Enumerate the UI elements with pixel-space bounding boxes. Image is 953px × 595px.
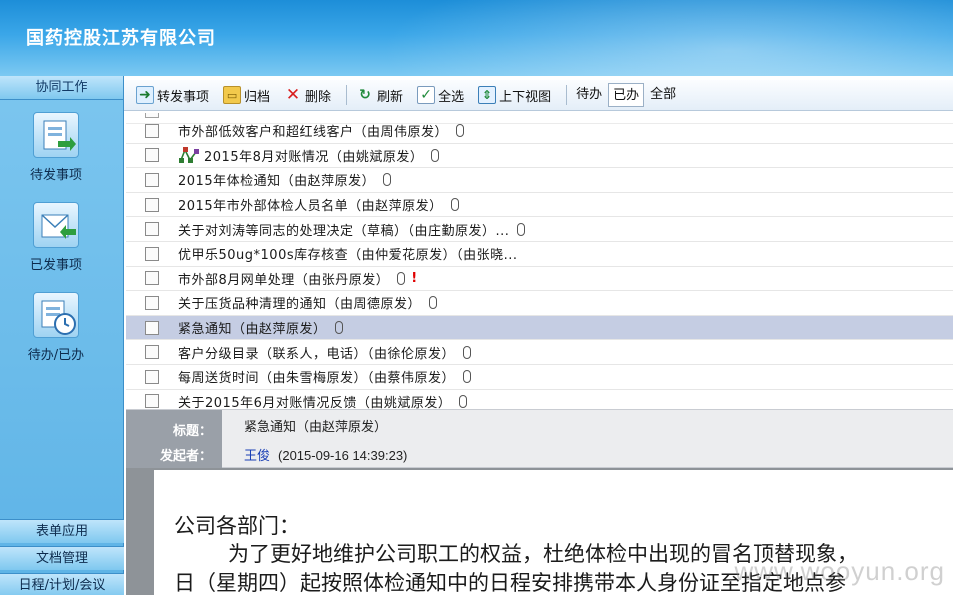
select-all-button[interactable]: ✓ 全选 — [413, 83, 468, 107]
row-checkbox[interactable] — [145, 369, 159, 384]
list-item[interactable]: 市外部8月网单处理（由张丹原发）! — [126, 267, 953, 292]
paperclip-icon — [383, 173, 392, 187]
delete-button[interactable]: ✕ 删除 — [280, 83, 335, 107]
tab-todo[interactable]: 待办 — [572, 83, 606, 107]
sidebar-item-pending-send[interactable]: 待发事项 — [0, 112, 112, 183]
list-item-title[interactable]: 关于压货品种清理的通知（由周德原发） — [178, 293, 421, 312]
list-item-title[interactable]: 2015年8月对账情况（由姚斌原发） — [204, 146, 423, 165]
sidebar-item-sent[interactable]: 已发事项 — [0, 202, 112, 273]
list-item[interactable]: 关于对刘涛等同志的处理决定（草稿）（由庄勤原发）... — [126, 217, 953, 242]
list-item-title[interactable]: 2015年市外部体检人员名单（由赵萍原发） — [178, 195, 443, 214]
pending-send-icon — [33, 112, 79, 158]
sidebar-item-label: 待发事项 — [29, 168, 82, 183]
list-item[interactable]: 客户分级目录（联系人，电话）（由徐伦原发） — [126, 340, 953, 365]
sender-label: 发起者： — [159, 449, 212, 464]
toolbar: ➜ 转发事项 ▭ 归档 ✕ 删除 ↻ 刷新 ✓ 全选 ⇕ 上下视图 待办 已办 … — [124, 80, 953, 111]
toolbar-divider — [346, 85, 348, 105]
list-item[interactable]: 2015年体检通知（由赵萍原发） — [126, 168, 953, 193]
list-item-title[interactable]: 市外部低效客户和超红线客户（由周伟原发） — [178, 121, 448, 140]
check-all-icon: ✓ — [417, 86, 436, 104]
row-checkbox[interactable] — [145, 271, 159, 286]
paperclip-icon — [397, 271, 406, 285]
detail-header: 标题： 发起者： 紧急通知（由赵萍原发） 王俊 (2015-09-16 14:39… — [126, 409, 953, 469]
list-item[interactable]: 关于压货品种清理的通知（由周德原发） — [126, 291, 953, 316]
row-checkbox[interactable] — [145, 246, 159, 261]
watermark: www.wooyun.org — [734, 556, 945, 586]
list-item-title[interactable]: 优甲乐50ug*100s库存核查（由仲爱花原发）（由张晓... — [178, 244, 518, 263]
sidebar-item-label: 已发事项 — [29, 258, 82, 273]
document-viewer: 公司各部门： 为了更好地维护公司职工的权益，杜绝体检中出现的冒名顶替现象， 日（… — [126, 468, 953, 595]
list-item-title[interactable]: 2015年体检通知（由赵萍原发） — [178, 170, 375, 189]
list-item-title[interactable]: 关于2015年6月对账情况反馈（由姚斌原发） — [178, 392, 451, 409]
list-item[interactable]: 紧急通知（由赵萍原发） — [126, 315, 953, 341]
todo-done-icon — [33, 292, 79, 338]
refresh-icon: ↻ — [359, 87, 371, 103]
row-checkbox[interactable] — [145, 295, 159, 310]
document-page: 公司各部门： 为了更好地维护公司职工的权益，杜绝体检中出现的冒名顶替现象， 日（… — [154, 470, 953, 595]
row-checkbox[interactable] — [145, 123, 159, 138]
title-value: 紧急通知（由赵萍原发） — [244, 420, 388, 435]
sidebar-nav-form-apps[interactable]: 表单应用 — [0, 519, 124, 543]
sent-items-icon — [33, 202, 79, 248]
header-banner: 国药控股江苏有限公司 — [0, 0, 953, 76]
workflow-icon — [178, 146, 200, 164]
split-view-button[interactable]: ⇕ 上下视图 — [474, 83, 555, 107]
sidebar-item-label: 待办/已办 — [27, 348, 85, 363]
folder-icon: ▭ — [223, 86, 242, 104]
toolbar-divider — [566, 85, 568, 105]
list-item[interactable]: 2015年市外部体检人员名单（由赵萍原发） — [126, 193, 953, 218]
sidebar: 协同工作 待发事项 已发事项 待办/已办 表单应用 文档管理 日程/计划/会议 — [0, 76, 124, 595]
list-item-title[interactable]: 每周送货时间（由朱雪梅原发）（由蔡伟原发） — [178, 367, 455, 386]
paperclip-icon — [450, 198, 459, 212]
row-checkbox[interactable] — [145, 197, 159, 212]
paperclip-icon — [431, 148, 440, 162]
detail-label-column: 标题： 发起者： — [126, 410, 222, 469]
sidebar-section-title[interactable]: 协同工作 — [0, 76, 123, 100]
list-item[interactable]: 每周送货时间（由朱雪梅原发）（由蔡伟原发） — [126, 365, 953, 390]
list-item-title[interactable]: 客户分级目录（联系人，电话）（由徐伦原发） — [178, 343, 455, 362]
paperclip-icon — [463, 370, 472, 384]
delete-icon: ✕ — [285, 85, 301, 105]
sidebar-item-todo-done[interactable]: 待办/已办 — [0, 292, 112, 363]
paperclip-icon — [463, 345, 472, 359]
sender-link[interactable]: 王俊 — [244, 449, 270, 464]
list-item-title[interactable]: 市外部8月网单处理（由张丹原发） — [178, 269, 389, 288]
paperclip-icon — [429, 296, 438, 310]
tab-done[interactable]: 已办 — [608, 83, 645, 107]
sender-value: 王俊 (2015-09-16 14:39:23) — [244, 445, 407, 464]
row-checkbox[interactable] — [145, 394, 159, 409]
split-view-icon: ⇕ — [478, 86, 497, 104]
sidebar-nav-doc-management[interactable]: 文档管理 — [0, 546, 124, 570]
archive-button[interactable]: ▭ 归档 — [219, 83, 274, 107]
tab-all[interactable]: 全部 — [646, 83, 680, 107]
paperclip-icon — [459, 394, 468, 408]
paperclip-icon — [456, 124, 465, 138]
row-checkbox[interactable] — [145, 172, 159, 187]
forward-icon: ➜ — [136, 86, 154, 104]
paperclip-icon — [334, 321, 343, 335]
row-checkbox[interactable] — [145, 345, 159, 360]
forward-button[interactable]: ➜ 转发事项 — [132, 83, 213, 107]
paperclip-icon — [517, 222, 526, 236]
list-item[interactable]: 2015年8月对账情况（由姚斌原发） — [126, 144, 953, 169]
sidebar-nav-schedule[interactable]: 日程/计划/会议 — [0, 573, 124, 595]
row-checkbox[interactable] — [145, 113, 159, 118]
list-item-title[interactable]: 紧急通知（由赵萍原发） — [178, 318, 327, 337]
title-label: 标题： — [172, 424, 212, 439]
doc-line-1: 公司各部门： — [174, 514, 300, 538]
urgent-icon: ! — [411, 270, 418, 286]
list-item[interactable]: 市外部低效客户和超红线客户（由周伟原发） — [126, 119, 953, 144]
org-title: 国药控股江苏有限公司 — [26, 28, 216, 49]
list-item[interactable]: 关于2015年6月对账情况反馈（由姚斌原发） — [126, 390, 953, 409]
list-item[interactable]: 优甲乐50ug*100s库存核查（由仲爱花原发）（由张晓... — [126, 242, 953, 267]
message-list: 市外部低效客户和超红线客户（由周伟原发） 2015年8月对账情况（由姚斌原发） 20… — [126, 113, 953, 409]
row-checkbox[interactable] — [145, 320, 159, 335]
list-item-title[interactable]: 关于对刘涛等同志的处理决定（草稿）（由庄勤原发）... — [178, 220, 509, 239]
refresh-button[interactable]: ↻ 刷新 — [352, 83, 407, 107]
row-checkbox[interactable] — [145, 148, 159, 163]
sent-time: (2015-09-16 14:39:23) — [278, 448, 408, 463]
row-checkbox[interactable] — [145, 222, 159, 237]
